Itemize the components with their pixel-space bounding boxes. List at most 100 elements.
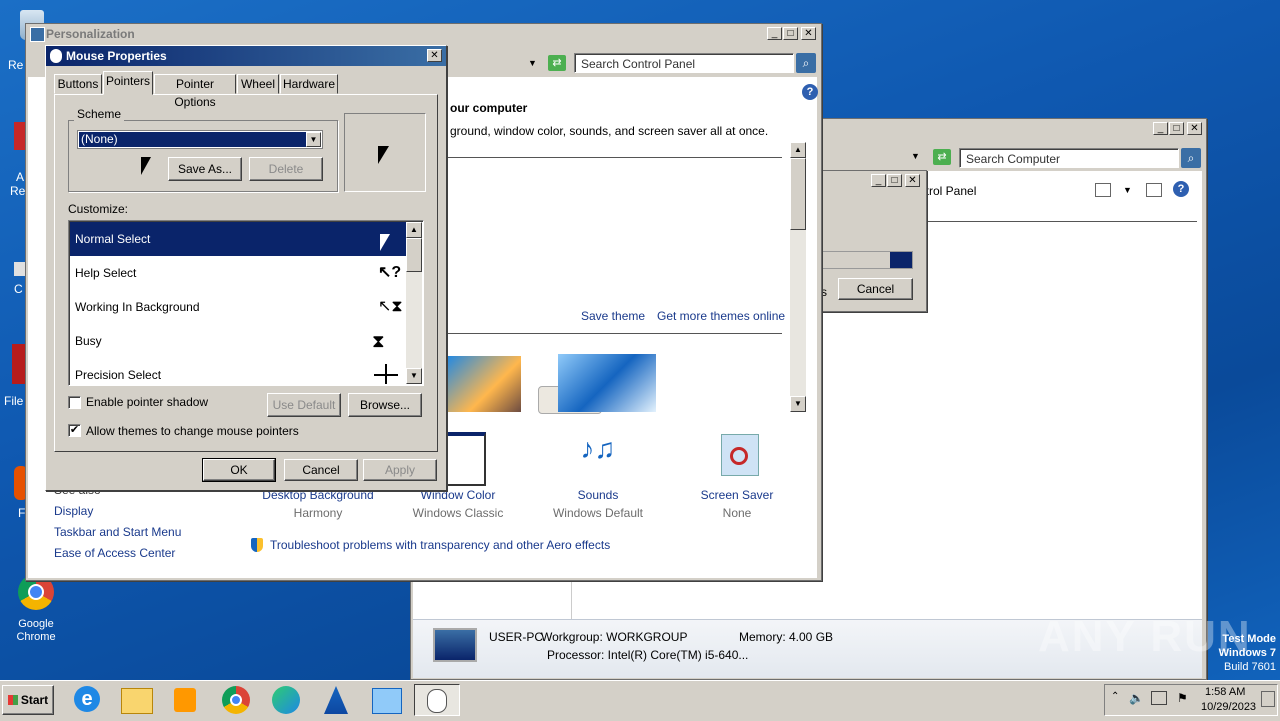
address-dropdown-icon[interactable]: ▼	[528, 58, 537, 68]
desktop-icon-label: Re	[10, 184, 26, 198]
minimize-button[interactable]: _	[871, 174, 886, 187]
help-icon[interactable]: ?	[802, 84, 818, 100]
computer-name: USER-PC	[489, 630, 544, 644]
start-label: Start	[20, 693, 49, 707]
tab-buttons[interactable]: Buttons	[54, 74, 102, 94]
help-icon[interactable]: ?	[1173, 181, 1189, 197]
dropdown-arrow-icon[interactable]: ▼	[1123, 185, 1132, 195]
divider	[446, 157, 782, 158]
cancel-button[interactable]: Cancel	[284, 459, 358, 481]
desktop-icon-google-chrome[interactable]: Google Chrome	[6, 574, 66, 648]
maximize-button[interactable]: □	[1169, 122, 1184, 135]
app-icon[interactable]	[316, 684, 356, 716]
scheme-select[interactable]: (None) ▼	[77, 130, 323, 149]
clock-date[interactable]: 10/29/2023	[1201, 701, 1256, 713]
search-computer-input[interactable]: Search Computer	[959, 148, 1179, 168]
list-item-busy[interactable]: Busy ⧗	[70, 324, 406, 358]
chrome-icon[interactable]	[216, 684, 256, 716]
memory: Memory: 4.00 GB	[739, 630, 834, 644]
theme-thumbnail-harmony[interactable]	[446, 356, 521, 412]
minimize-button[interactable]: _	[767, 27, 782, 40]
list-item-precision-select[interactable]: Precision Select	[70, 358, 406, 384]
list-item-normal-select[interactable]: Normal Select	[70, 222, 406, 256]
breadcrumb: ntrol Panel	[919, 184, 977, 198]
scroll-down-button[interactable]: ▼	[790, 396, 806, 412]
tab-wheel[interactable]: Wheel	[237, 74, 279, 94]
list-item-help-select[interactable]: Help Select ↖?	[70, 256, 406, 290]
get-more-themes-link[interactable]: Get more themes online	[657, 309, 785, 323]
close-button[interactable]: ✕	[427, 49, 442, 62]
taskbar-start-menu-link[interactable]: Taskbar and Start Menu	[54, 525, 181, 539]
tab-label: Hardware	[282, 77, 336, 91]
screen-saver-item[interactable]: Screen Saver None	[677, 430, 797, 520]
show-hidden-icons-icon[interactable]: ⌃	[1111, 691, 1119, 702]
network-icon[interactable]	[1151, 691, 1167, 705]
save-theme-link[interactable]: Save theme	[581, 309, 645, 323]
allow-themes-checkbox[interactable]: ✔	[68, 424, 81, 437]
delete-button[interactable]: Delete	[249, 157, 323, 181]
close-button[interactable]: ✕	[905, 174, 920, 187]
troubleshoot-link[interactable]: Troubleshoot problems with transparency …	[270, 538, 610, 552]
search-icon[interactable]: ⌕	[1181, 148, 1201, 168]
address-dropdown-icon[interactable]: ▼	[911, 151, 920, 161]
maximize-button[interactable]: □	[887, 174, 902, 187]
save-as-button[interactable]: Save As...	[168, 157, 242, 181]
display-link[interactable]: Display	[54, 504, 93, 518]
refresh-icon[interactable]: ⇄	[548, 55, 566, 71]
list-item-working-in-background[interactable]: Working In Background ↖⧗	[70, 290, 406, 324]
mouse-taskbar-icon[interactable]	[414, 684, 460, 716]
ease-of-access-link[interactable]: Ease of Access Center	[54, 546, 175, 560]
edge-icon[interactable]	[266, 684, 306, 716]
theme-list-scrollbar[interactable]: ▲ ▼	[790, 142, 806, 412]
scroll-thumb[interactable]	[790, 158, 806, 230]
use-default-button[interactable]: Use Default	[267, 393, 341, 417]
chevron-down-icon[interactable]: ▼	[306, 132, 321, 147]
volume-icon[interactable]: 🔈	[1129, 691, 1144, 705]
scroll-up-button[interactable]: ▲	[790, 142, 806, 158]
close-button[interactable]: ✕	[1187, 122, 1202, 135]
desktop-icon-label: Google Chrome	[16, 618, 56, 643]
scroll-thumb[interactable]	[406, 238, 422, 272]
search-control-panel-input[interactable]: Search Control Panel	[574, 53, 794, 73]
control-panel-icon[interactable]	[366, 684, 406, 716]
apply-button[interactable]: Apply	[363, 459, 437, 481]
tab-hardware[interactable]: Hardware	[280, 74, 338, 94]
refresh-icon[interactable]: ⇄	[933, 149, 951, 165]
action-center-flag-icon[interactable]: ⚑	[1177, 691, 1188, 705]
maximize-button[interactable]: □	[783, 27, 798, 40]
page-subtitle: ground, window color, sounds, and screen…	[450, 124, 769, 138]
clock-time[interactable]: 1:58 AM	[1205, 686, 1245, 698]
scroll-up-button[interactable]: ▲	[406, 222, 422, 238]
apply-label: Apply	[384, 463, 416, 477]
scroll-down-button[interactable]: ▼	[406, 368, 422, 384]
view-options-icon[interactable]	[1095, 183, 1111, 197]
desktop-icon-label: A	[16, 170, 25, 184]
browse-button[interactable]: Browse...	[348, 393, 422, 417]
close-button[interactable]: ✕	[801, 27, 816, 40]
ok-button[interactable]: OK	[202, 458, 276, 482]
sounds-item[interactable]: ♪♫ Sounds Windows Default	[538, 430, 658, 521]
search-icon[interactable]: ⌕	[796, 53, 816, 73]
show-desktop-icon[interactable]	[1261, 691, 1275, 707]
start-button[interactable]: Start	[2, 685, 54, 715]
theme-thumbnail-landscapes[interactable]	[558, 354, 656, 412]
tab-pointers[interactable]: Pointers	[103, 71, 153, 95]
tab-pointer-options[interactable]: Pointer Options	[154, 74, 236, 109]
item-label: Sounds	[577, 488, 619, 502]
cursor-list-scrollbar[interactable]: ▲ ▼	[406, 222, 422, 384]
file-explorer-icon[interactable]	[117, 684, 157, 716]
internet-explorer-icon[interactable]: e	[68, 684, 108, 716]
tab-label: Buttons	[57, 77, 99, 91]
minimize-button[interactable]: _	[1153, 122, 1168, 135]
media-player-icon[interactable]	[166, 684, 206, 716]
preview-pane-icon[interactable]	[1146, 183, 1162, 197]
pointer-shadow-checkbox[interactable]	[68, 396, 81, 409]
progress-fill	[890, 252, 912, 268]
arrow-cursor-icon	[380, 234, 390, 251]
test-mode-line1: Test Mode	[1222, 633, 1276, 645]
computer-icon	[433, 628, 477, 662]
scheme-value: (None)	[81, 132, 118, 146]
theme-list[interactable]: Save theme Get more themes online ▲ ▼	[446, 142, 806, 414]
cancel-button[interactable]: Cancel	[838, 278, 913, 300]
desktop-icon-label: File	[4, 394, 24, 408]
